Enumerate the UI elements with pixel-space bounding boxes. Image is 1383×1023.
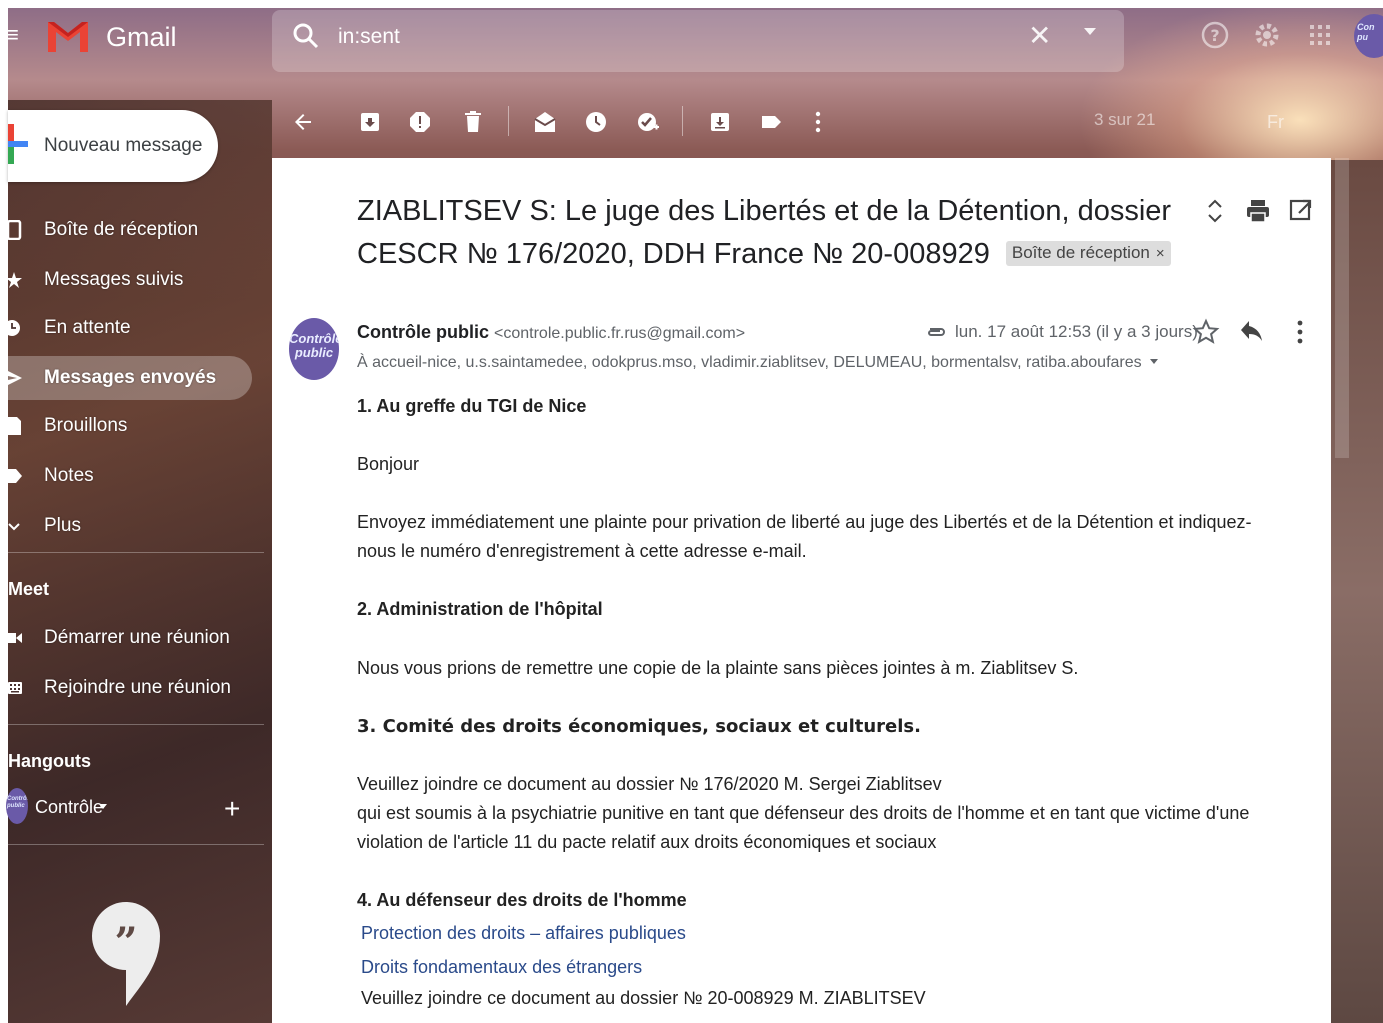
draft-file-icon bbox=[8, 417, 21, 435]
sidebar-item-label: Plus bbox=[44, 515, 81, 536]
message-subject: ZIABLITSEV S: Le juge des Libertés et de… bbox=[357, 190, 1187, 276]
body-heading-2: 2. Administration de l'hôpital bbox=[357, 599, 603, 619]
sidebar-divider bbox=[8, 724, 264, 725]
send-arrow-icon bbox=[8, 371, 22, 385]
keyboard-icon bbox=[8, 682, 22, 694]
apps-grid-icon[interactable] bbox=[1305, 20, 1335, 50]
more-options-icon[interactable] bbox=[808, 104, 828, 140]
settings-gear-icon[interactable] bbox=[1252, 20, 1282, 50]
body-greeting: Bonjour bbox=[357, 454, 420, 474]
gmail-wordmark: Gmail bbox=[106, 22, 177, 52]
body-paragraph-2: Nous vous prions de remettre une copie d… bbox=[357, 658, 1079, 678]
sidebar-item-starred[interactable]: Messages suivis bbox=[8, 258, 252, 302]
sidebar-item-label: Messages suivis bbox=[44, 269, 184, 290]
sidebar-item-label: Boîte de réception bbox=[44, 219, 199, 240]
body-paragraph-1: Envoyez immédiatement une plainte pour p… bbox=[357, 512, 1252, 561]
sidebar-item-label: Démarrer une réunion bbox=[44, 627, 230, 648]
attachment-paperclip-icon bbox=[928, 328, 945, 336]
main-menu-icon[interactable]: ≡ bbox=[6, 24, 22, 46]
clock-icon bbox=[8, 320, 20, 336]
delete-trash-icon[interactable] bbox=[458, 104, 488, 140]
reply-arrow-icon[interactable] bbox=[1238, 318, 1266, 346]
more-options-icon[interactable] bbox=[1286, 318, 1314, 346]
recipients-text: À accueil-nice, u.s.saintamedee, odokpru… bbox=[357, 354, 1142, 371]
sidebar-divider bbox=[8, 844, 264, 845]
sender-name[interactable]: Contrôle public bbox=[357, 322, 489, 342]
star-icon bbox=[8, 272, 22, 288]
sidebar-item-label: En attente bbox=[44, 317, 131, 338]
input-language-indicator[interactable]: Fr bbox=[1267, 112, 1284, 133]
scrollbar[interactable] bbox=[1335, 158, 1349, 458]
report-spam-icon[interactable] bbox=[405, 104, 435, 140]
body-paragraph-4: Veuillez joindre ce document au dossier … bbox=[361, 988, 926, 1008]
body-paragraph-3b: qui est soumis à la psychiatrie punitive… bbox=[357, 803, 1250, 852]
sidebar-item-label: Rejoindre une réunion bbox=[44, 677, 231, 698]
search-input[interactable] bbox=[338, 22, 938, 52]
back-arrow-icon[interactable] bbox=[288, 104, 318, 140]
body-heading-1: 1. Au greffe du TGI de Nice bbox=[357, 396, 587, 416]
sidebar-item-snoozed[interactable]: En attente bbox=[8, 306, 252, 350]
mark-unread-icon[interactable] bbox=[530, 104, 560, 140]
snooze-clock-icon[interactable] bbox=[581, 104, 611, 140]
sidebar-item-join-meeting[interactable]: Rejoindre une réunion bbox=[8, 666, 252, 710]
recipients-line[interactable]: À accueil-nice, u.s.saintamedee, odokpru… bbox=[357, 352, 1158, 374]
label-chip-text: Boîte de réception bbox=[1011, 243, 1150, 262]
toolbar-divider bbox=[682, 106, 683, 136]
sidebar-item-drafts[interactable]: Brouillons bbox=[8, 404, 252, 448]
search-options-icon[interactable] bbox=[1084, 28, 1096, 35]
chevron-down-icon bbox=[8, 523, 20, 531]
inbox-label-chip[interactable]: Boîte de réception × bbox=[1005, 241, 1171, 266]
open-new-window-icon[interactable] bbox=[1286, 196, 1316, 226]
hangouts-user-name[interactable]: Contrôle bbox=[35, 796, 103, 818]
meet-section-title: Meet bbox=[8, 579, 50, 599]
svg-text:”: ” bbox=[114, 919, 137, 966]
move-to-icon[interactable] bbox=[705, 104, 735, 140]
sender-avatar[interactable]: Contrôle public bbox=[289, 318, 339, 380]
sender-email: <controle.public.fr.rus@gmail.com> bbox=[494, 325, 746, 342]
star-icon[interactable] bbox=[1192, 318, 1220, 346]
clear-search-icon[interactable]: ✕ bbox=[1028, 22, 1051, 50]
body-link-droits-etrangers[interactable]: Droits fondamentaux des étrangers bbox=[361, 953, 642, 982]
gmail-logo-icon[interactable] bbox=[46, 18, 90, 54]
new-conversation-plus-icon[interactable]: + bbox=[224, 794, 240, 824]
sender-line: Contrôle public <controle.public.fr.rus@… bbox=[357, 320, 745, 346]
sidebar-item-inbox[interactable]: Boîte de réception bbox=[8, 208, 252, 252]
archive-icon[interactable] bbox=[355, 104, 385, 140]
remove-label-icon[interactable]: × bbox=[1156, 245, 1165, 262]
hangouts-quote-bubble-icon[interactable]: ” bbox=[90, 900, 162, 1010]
compose-label: Nouveau message bbox=[44, 135, 203, 156]
message-date: lun. 17 août 12:53 (il y a 3 jours) bbox=[955, 322, 1198, 341]
search-icon[interactable] bbox=[292, 22, 320, 50]
inbox-icon bbox=[8, 220, 22, 240]
screen-border-top bbox=[0, 0, 1383, 8]
sidebar-item-label: Brouillons bbox=[44, 415, 128, 436]
hangouts-section-title: Hangouts bbox=[8, 751, 91, 771]
sidebar-divider bbox=[8, 552, 264, 553]
sidebar-item-sent[interactable]: Messages envoyés bbox=[8, 356, 252, 400]
help-icon[interactable]: ? bbox=[1200, 20, 1230, 50]
expand-collapse-icon[interactable] bbox=[1200, 196, 1230, 226]
body-heading-4: 4. Au défenseur des droits de l'homme bbox=[357, 890, 687, 910]
label-tag-icon bbox=[8, 469, 22, 483]
svg-text:?: ? bbox=[1210, 26, 1219, 45]
sidebar-item-label: Messages envoyés bbox=[44, 367, 217, 388]
show-details-caret-icon[interactable] bbox=[1149, 359, 1158, 364]
body-link-protection[interactable]: Protection des droits – affaires publiqu… bbox=[361, 919, 686, 948]
compose-plus-icon bbox=[8, 124, 28, 164]
body-paragraph-3a: Veuillez joindre ce document au dossier … bbox=[357, 774, 942, 794]
body-heading-3: 3. Comité des droits économiques, sociau… bbox=[357, 716, 921, 737]
video-camera-icon bbox=[8, 633, 22, 643]
message-counter: 3 sur 21 bbox=[1094, 110, 1156, 129]
sidebar-item-notes[interactable]: Notes bbox=[8, 454, 252, 498]
label-tag-icon[interactable] bbox=[756, 104, 786, 140]
add-to-tasks-icon[interactable] bbox=[633, 104, 663, 140]
print-icon[interactable] bbox=[1243, 196, 1273, 226]
sidebar-item-label: Notes bbox=[44, 465, 94, 486]
hangouts-status-caret-icon[interactable] bbox=[99, 804, 107, 809]
screen-border-left bbox=[0, 0, 8, 1023]
sidebar-item-start-meeting[interactable]: Démarrer une réunion bbox=[8, 616, 252, 660]
sidebar-item-more[interactable]: Plus bbox=[8, 504, 252, 548]
toolbar-divider bbox=[508, 106, 509, 136]
hangouts-user-avatar[interactable]: Contrôle public bbox=[6, 788, 28, 824]
